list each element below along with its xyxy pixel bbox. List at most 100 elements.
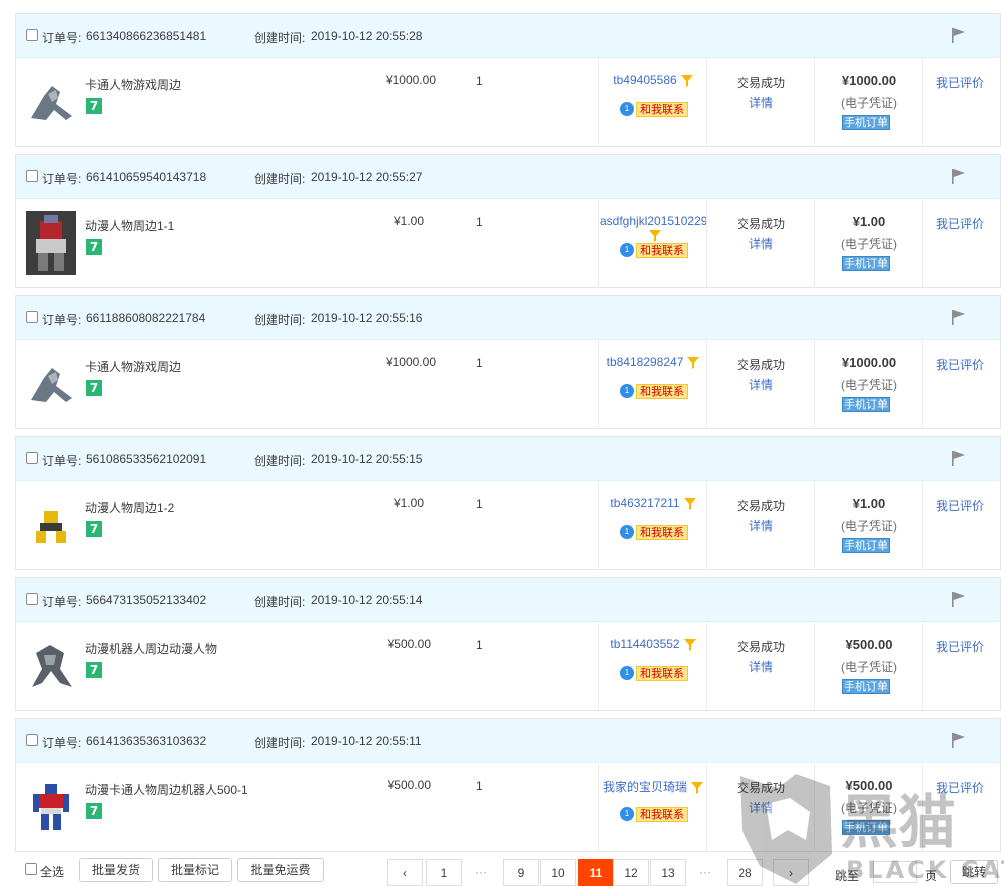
trade-status: 交易成功	[736, 499, 785, 513]
detail-link[interactable]: 详情	[708, 517, 814, 534]
created-time-value: 2019-10-12 20:55:11	[311, 734, 422, 748]
detail-link[interactable]: 详情	[708, 94, 814, 111]
detail-link[interactable]: 详情	[708, 376, 814, 393]
contact-me-label: 和我联系	[636, 101, 688, 117]
flag-icon[interactable]	[950, 309, 968, 325]
created-time-value: 2019-10-12 20:55:16	[311, 311, 423, 325]
page-button[interactable]: 9	[503, 859, 539, 886]
detail-link[interactable]: 详情	[708, 658, 814, 675]
order-no-label: 订单号:	[42, 595, 82, 609]
created-time-value: 2019-10-12 20:55:14	[311, 593, 423, 607]
product-thumbnail robot-red-icon[interactable]	[26, 211, 76, 275]
order-body: 动漫机器人周边动漫人物 7 ¥500.00 1 tb114403552 1 和我…	[16, 622, 1000, 711]
seller-link[interactable]: tb114403552	[600, 637, 706, 651]
filter-funnel-icon[interactable]	[683, 638, 696, 651]
mobile-order-badge: 手机订单	[842, 679, 890, 694]
filter-funnel-icon[interactable]	[680, 74, 693, 87]
detail-link[interactable]: 详情	[708, 235, 814, 252]
order-body: 卡通人物游戏周边 7 ¥1000.00 1 tb8418298247 1 和我联…	[16, 340, 1000, 429]
product-title[interactable]: 动漫人物周边1-2	[85, 499, 174, 516]
go-button[interactable]: 跳转	[950, 860, 998, 884]
order-checkbox[interactable]	[26, 170, 38, 182]
order-checkbox[interactable]	[26, 452, 38, 464]
product-title[interactable]: 卡通人物游戏周边	[85, 358, 181, 375]
flag-icon[interactable]	[950, 732, 968, 748]
order-no-value: 661410659540143718	[86, 170, 207, 184]
contact-me-button[interactable]: 1 和我联系	[620, 806, 688, 822]
prev-page-button[interactable]: ‹	[387, 859, 423, 886]
column-divider	[922, 340, 923, 429]
rated-link[interactable]: 我已评价	[936, 356, 984, 373]
order-total: ¥500.00	[845, 637, 893, 652]
product-thumbnail robot-grey-icon[interactable]	[26, 70, 76, 134]
filter-funnel-icon[interactable]	[687, 356, 700, 369]
contact-me-label: 和我联系	[636, 665, 688, 681]
batch-free-shipping-button[interactable]: 批量免运费	[237, 858, 324, 882]
contact-me-button[interactable]: 1 和我联系	[620, 383, 688, 399]
order-checkbox[interactable]	[26, 593, 38, 605]
seller-link[interactable]: tb463217211	[600, 496, 706, 510]
seller-link[interactable]: 我家的宝贝琦瑞	[600, 778, 706, 795]
quantity: 1	[476, 497, 483, 511]
page-button[interactable]: 13	[650, 859, 686, 886]
product-title[interactable]: 卡通人物游戏周边	[85, 76, 181, 93]
flag-icon[interactable]	[950, 168, 968, 184]
order-checkbox[interactable]	[26, 29, 38, 41]
page-button[interactable]: 28	[727, 859, 763, 886]
flag-icon[interactable]	[950, 450, 968, 466]
e-voucher-label: (电子凭证)	[841, 237, 897, 251]
select-all-checkbox[interactable]	[25, 863, 37, 875]
order-checkbox[interactable]	[26, 734, 38, 746]
product-thumbnail robot-dark-icon[interactable]	[26, 634, 76, 698]
contact-me-button[interactable]: 1 和我联系	[620, 665, 688, 681]
order-checkbox[interactable]	[26, 311, 38, 323]
product-thumbnail robot-grey-icon[interactable]	[26, 352, 76, 416]
order-card: 订单号: 561086533562102091 创建时间: 2019-10-12…	[15, 436, 1001, 570]
page-number-input[interactable]	[873, 861, 917, 883]
filter-funnel-icon[interactable]	[649, 229, 661, 242]
order-header: 订单号: 661413635363103632 创建时间: 2019-10-12…	[16, 719, 1000, 763]
product-title[interactable]: 动漫机器人周边动漫人物	[85, 640, 217, 657]
rated-link[interactable]: 我已评价	[936, 779, 984, 796]
created-time-value: 2019-10-12 20:55:28	[311, 29, 423, 43]
contact-me-button[interactable]: 1 和我联系	[620, 101, 688, 117]
page-unit-label: 页	[925, 869, 938, 883]
flag-icon[interactable]	[950, 27, 968, 43]
order-header: 订单号: 661340866236851481 创建时间: 2019-10-12…	[16, 14, 1000, 58]
batch-ship-button[interactable]: 批量发货	[79, 858, 153, 882]
current-page-button[interactable]: 11	[578, 859, 614, 886]
page-button[interactable]: 10	[540, 859, 576, 886]
page-button[interactable]: 1	[426, 859, 462, 886]
e-voucher-label: (电子凭证)	[841, 660, 897, 674]
filter-funnel-icon[interactable]	[683, 497, 696, 510]
unit-price: ¥1000.00	[385, 73, 436, 87]
batch-mark-button[interactable]: 批量标记	[158, 858, 232, 882]
product-title[interactable]: 动漫卡通人物周边机器人500-1	[85, 781, 248, 798]
flag-icon[interactable]	[950, 591, 968, 607]
contact-me-button[interactable]: 1 和我联系	[620, 524, 688, 540]
seller-link[interactable]: asdfghjkl201510229	[600, 214, 707, 242]
seller-link[interactable]: tb49405586	[600, 73, 706, 87]
filter-funnel-icon[interactable]	[691, 781, 703, 794]
next-page-button[interactable]: ›	[773, 859, 809, 886]
product-thumbnail robot-yellow-icon[interactable]	[26, 493, 76, 557]
page-button[interactable]: 12	[613, 859, 649, 886]
detail-link[interactable]: 详情	[708, 799, 814, 816]
contact-me-button[interactable]: 1 和我联系	[620, 242, 688, 258]
mobile-order-badge: 手机订单	[842, 397, 890, 412]
select-all-label[interactable]: 全选	[40, 863, 64, 880]
order-no-value: 661188608082221784	[86, 311, 206, 325]
chat-bubble-icon: 1	[620, 525, 634, 539]
column-divider	[922, 58, 923, 147]
product-thumbnail robot-blue-red-icon[interactable]	[26, 775, 76, 839]
rated-link[interactable]: 我已评价	[936, 497, 984, 514]
rated-link[interactable]: 我已评价	[936, 215, 984, 232]
order-body: 卡通人物游戏周边 7 ¥1000.00 1 tb49405586 1 和我联系 …	[16, 58, 1000, 147]
rated-link[interactable]: 我已评价	[936, 638, 984, 655]
trade-status: 交易成功	[736, 217, 785, 231]
order-header: 订单号: 661410659540143718 创建时间: 2019-10-12…	[16, 155, 1000, 199]
rated-link[interactable]: 我已评价	[936, 74, 984, 91]
quantity: 1	[476, 638, 483, 652]
product-title[interactable]: 动漫人物周边1-1	[85, 217, 174, 234]
seller-link[interactable]: tb8418298247	[600, 355, 706, 369]
